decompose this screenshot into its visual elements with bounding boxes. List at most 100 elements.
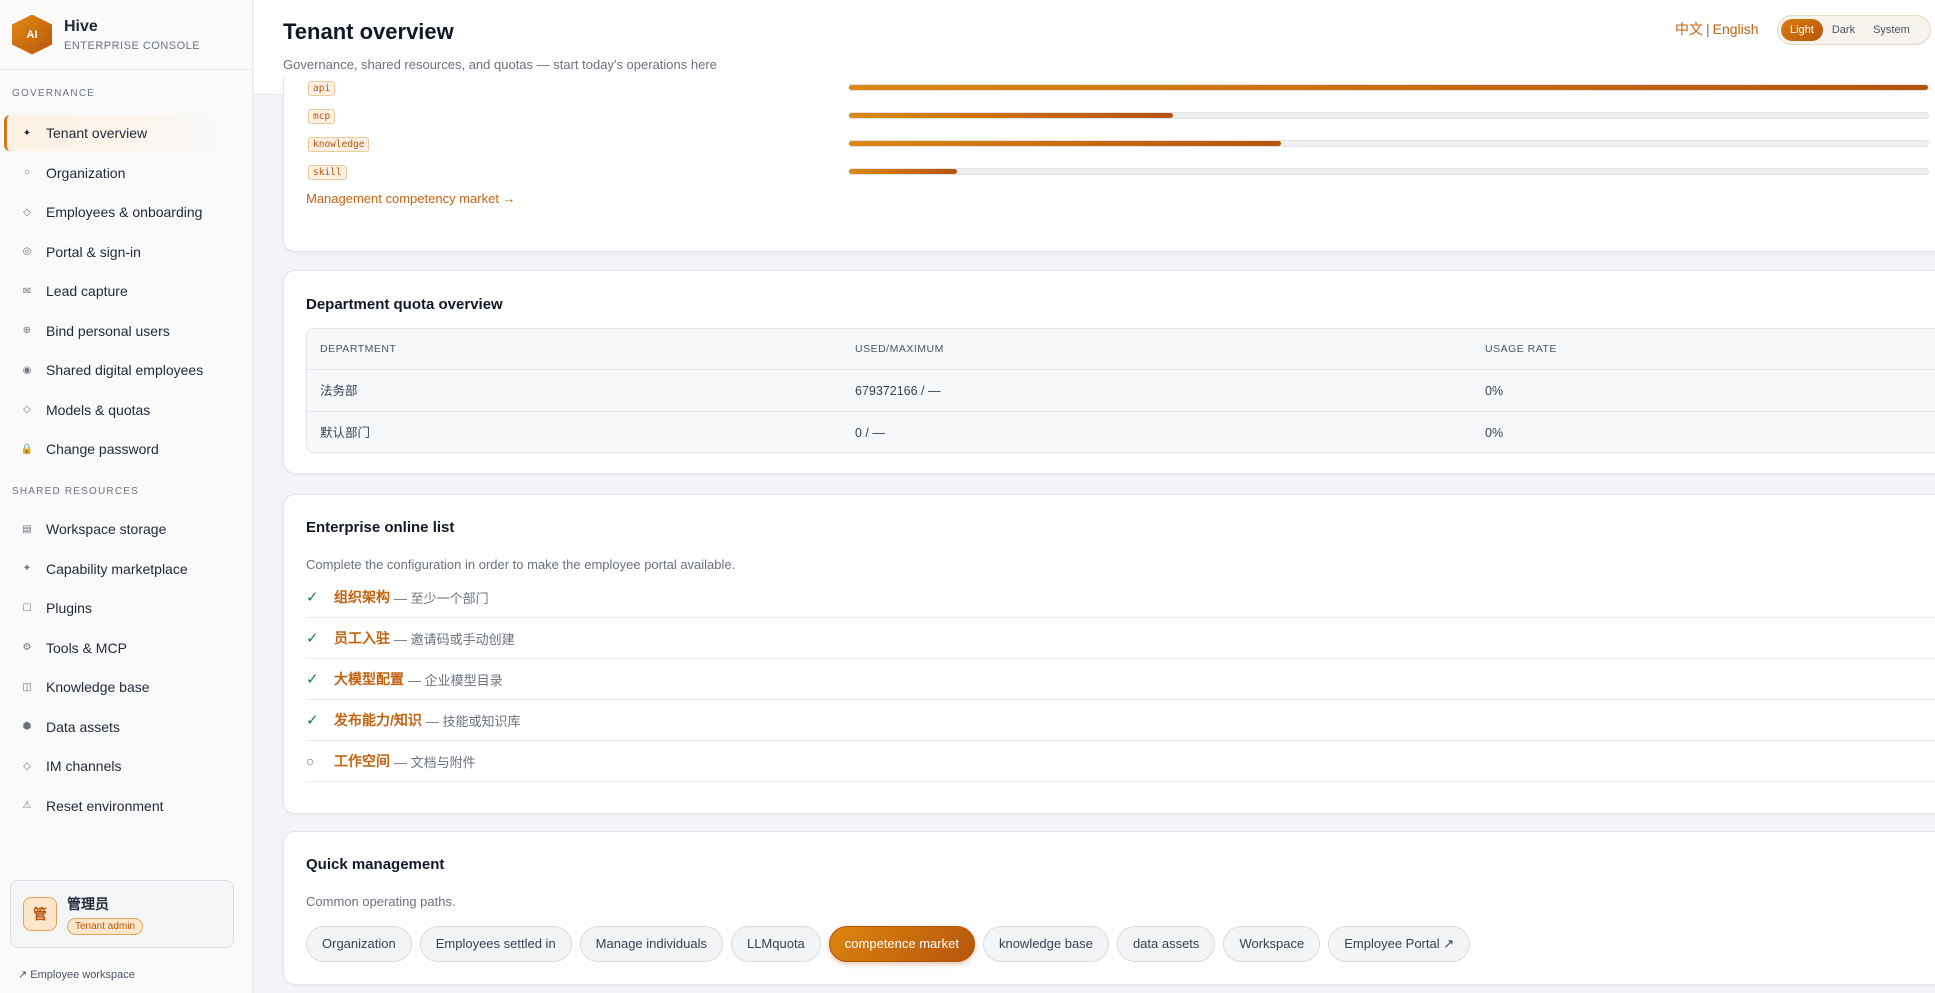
department-cell: 默认部门 bbox=[320, 426, 371, 440]
lang-zh-link[interactable]: 中文 bbox=[1675, 21, 1703, 37]
theme-switch: Light Dark System bbox=[1777, 15, 1931, 45]
lang-en-link[interactable]: English bbox=[1713, 21, 1759, 37]
sidebar-item-label: Capability marketplace bbox=[46, 560, 188, 577]
quick-link-competence-market-button[interactable]: competence market bbox=[828, 926, 975, 962]
sidebar-item-label: Knowledge base bbox=[46, 679, 150, 695]
link-circle-icon: ⊕ bbox=[22, 325, 32, 336]
sidebar-item-knowledge-base[interactable]: ◫ Knowledge base bbox=[4, 669, 229, 705]
sidebar-item-plugins[interactable]: ☐ Plugins bbox=[4, 590, 229, 626]
quick-link-manage-individuals-button[interactable]: Manage individuals bbox=[579, 926, 723, 962]
capability-tag: api bbox=[308, 81, 336, 96]
quick-management-card: Quick management Common operating paths.… bbox=[283, 831, 1935, 985]
quick-link-knowledge-base-button[interactable]: knowledge base bbox=[982, 926, 1109, 962]
warning-icon: ⚠ bbox=[22, 800, 32, 811]
mail-icon: ✉ bbox=[22, 285, 32, 297]
lock-icon: 🔒 bbox=[20, 443, 34, 455]
sidebar-item-tenant-overview[interactable]: ✦ Tenant overview bbox=[4, 115, 229, 151]
check-icon: ✓ bbox=[306, 712, 319, 729]
sidebar-item-reset-environment[interactable]: ⚠ Reset environment bbox=[4, 788, 229, 824]
sidebar-item-portal-sign-in[interactable]: ◎ Portal & sign-in bbox=[4, 234, 229, 270]
language-switch: 中文 | English bbox=[1675, 19, 1759, 39]
diamond-icon: ◇ bbox=[23, 206, 31, 218]
radio-icon: ◉ bbox=[22, 364, 32, 376]
theme-option-dark[interactable]: Dark bbox=[1823, 19, 1864, 41]
sidebar-item-label: IM channels bbox=[46, 758, 122, 774]
checklist-item-link[interactable]: 组织架构 bbox=[334, 587, 390, 607]
open-circle-icon: ○ bbox=[306, 753, 315, 769]
theme-option-light[interactable]: Light bbox=[1781, 19, 1823, 41]
competency-market-link[interactable]: Management competency market → bbox=[306, 191, 516, 206]
table-row: 法务部 679372166 / — 0% bbox=[307, 369, 1935, 411]
book-icon: ◫ bbox=[22, 681, 32, 693]
sidebar: AI Hive ENTERPRISE CONSOLE GOVERNANCE ✦ T… bbox=[0, 0, 253, 993]
department-quota-card: Department quota overview DEPARTMENT USE… bbox=[283, 270, 1935, 474]
column-header: USED/MAXIMUM bbox=[855, 343, 944, 355]
sidebar-item-shared-digital-employees[interactable]: ◉ Shared digital employees bbox=[4, 352, 229, 388]
quick-link-workspace-button[interactable]: Workspace bbox=[1223, 926, 1321, 962]
checklist-item-link[interactable]: 员工入驻 bbox=[334, 628, 390, 648]
checklist-item-description: — 至少一个部门 bbox=[394, 590, 489, 606]
sidebar-item-bind-personal-users[interactable]: ⊕ Bind personal users bbox=[4, 313, 229, 349]
page-title: Tenant overview bbox=[283, 19, 454, 44]
sidebar-item-tools-mcp[interactable]: ⚙ Tools & MCP bbox=[4, 630, 229, 666]
usage-rate-cell: 0% bbox=[1485, 384, 1504, 398]
checklist-item-description: — 技能或知识库 bbox=[425, 713, 521, 729]
circle-icon: ○ bbox=[23, 167, 31, 178]
usage-bar bbox=[848, 168, 1929, 175]
check-icon: ✓ bbox=[306, 630, 319, 647]
shared-resources-section-label: SHARED RESOURCES bbox=[12, 486, 139, 497]
sidebar-item-label: Data assets bbox=[46, 718, 120, 735]
usage-bar bbox=[848, 112, 1929, 119]
quota-title: Department quota overview bbox=[306, 296, 503, 313]
governance-section-label: GOVERNANCE bbox=[12, 88, 96, 99]
sidebar-item-label: Portal & sign-in bbox=[46, 243, 141, 260]
quick-link-data-assets-button[interactable]: data assets bbox=[1116, 926, 1216, 962]
sidebar-item-capability-marketplace[interactable]: ✦ Capability marketplace bbox=[4, 551, 229, 587]
quick-link-llmquota-button[interactable]: LLMquota bbox=[730, 926, 821, 962]
gear-icon: ⚙ bbox=[22, 642, 32, 653]
checklist-item-link[interactable]: 发布能力/知识 bbox=[334, 710, 422, 730]
brand: AI Hive ENTERPRISE CONSOLE bbox=[0, 0, 252, 70]
hexagon-icon: ⬢ bbox=[22, 721, 32, 732]
checklist-item: ✓ 组织架构 — 至少一个部门 bbox=[306, 577, 1935, 618]
sidebar-item-change-password[interactable]: 🔒 Change password bbox=[4, 431, 229, 467]
theme-option-system[interactable]: System bbox=[1864, 19, 1919, 41]
usage-bar-fill bbox=[849, 113, 1173, 118]
hive-logo-icon: AI bbox=[12, 14, 52, 55]
sidebar-item-organization[interactable]: ○ Organization bbox=[4, 155, 229, 191]
quick-link-employees-settled-in-button[interactable]: Employees settled in bbox=[419, 926, 572, 962]
checklist-item-description: — 邀请码或手动创建 bbox=[394, 631, 515, 647]
sidebar-item-data-assets[interactable]: ⬢ Data assets bbox=[4, 709, 229, 745]
user-card[interactable]: 管 管理员 Tenant admin bbox=[10, 880, 234, 948]
checklist-item: ○ 工作空间 — 文档与附件 bbox=[306, 741, 1935, 782]
checklist-item-link[interactable]: 大模型配置 bbox=[334, 669, 404, 689]
checklist-item: ✓ 员工入驻 — 邀请码或手动创建 bbox=[306, 618, 1935, 659]
employee-workspace-link[interactable]: ↗ Employee workspace bbox=[18, 968, 135, 981]
role-badge: Tenant admin bbox=[67, 917, 144, 935]
usage-bar bbox=[848, 84, 1929, 91]
chat-icon: ◇ bbox=[23, 760, 31, 772]
department-cell: 法务部 bbox=[320, 384, 358, 398]
used-max-cell: 0 / — bbox=[855, 426, 885, 440]
used-max-cell: 679372166 / — bbox=[855, 384, 941, 398]
quick-title: Quick management bbox=[306, 856, 445, 873]
square-icon: ☐ bbox=[22, 602, 32, 614]
checklist-item-link[interactable]: 工作空间 bbox=[334, 751, 390, 771]
sidebar-item-employees-onboarding[interactable]: ◇ Employees & onboarding bbox=[4, 194, 229, 230]
sidebar-item-workspace-storage[interactable]: ▤ Workspace storage bbox=[4, 511, 229, 547]
sidebar-item-label: Reset environment bbox=[46, 797, 164, 814]
sidebar-item-label: Organization bbox=[46, 164, 126, 181]
quick-link-organization-button[interactable]: Organization bbox=[306, 926, 412, 962]
usage-rate-cell: 0% bbox=[1485, 426, 1504, 440]
sidebar-item-lead-capture[interactable]: ✉ Lead capture bbox=[4, 273, 229, 309]
sidebar-item-im-channels[interactable]: ◇ IM channels bbox=[4, 748, 229, 784]
sidebar-item-label: Tools & MCP bbox=[46, 639, 127, 656]
sidebar-item-label: Bind personal users bbox=[46, 322, 170, 339]
column-header: USAGE RATE bbox=[1485, 343, 1557, 355]
online-list-description: Complete the configuration in order to m… bbox=[306, 557, 736, 572]
capability-tag: skill bbox=[308, 165, 347, 180]
sidebar-item-label: Workspace storage bbox=[46, 521, 167, 537]
sidebar-item-models-quotas[interactable]: ◇ Models & quotas bbox=[4, 392, 229, 428]
usage-bar bbox=[848, 140, 1929, 147]
quick-link-employee-portal-button[interactable]: Employee Portal ↗ bbox=[1328, 926, 1471, 962]
